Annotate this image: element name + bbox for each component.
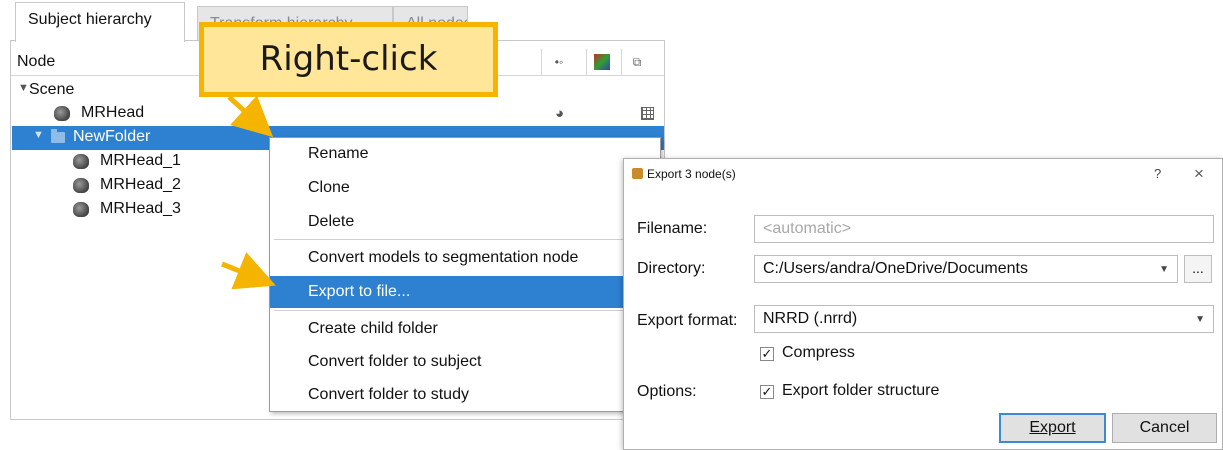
- volume-icon: [73, 154, 89, 169]
- visibility-icon[interactable]: •◦: [551, 54, 567, 70]
- context-menu: Rename Clone Delete Convert models to se…: [269, 137, 661, 412]
- menu-separator: [274, 239, 656, 240]
- dialog-title: Export 3 node(s): [632, 167, 736, 181]
- menu-item-rename[interactable]: Rename: [270, 138, 660, 170]
- export-dialog: Export 3 node(s) ? × Filename: <automati…: [623, 158, 1223, 450]
- volume-icon: [73, 178, 89, 193]
- directory-label: Directory:: [637, 260, 706, 277]
- chevron-down-icon[interactable]: ▼: [1195, 314, 1205, 325]
- tab-subject-hierarchy[interactable]: Subject hierarchy: [15, 2, 185, 42]
- menu-separator: [274, 310, 656, 311]
- menu-item-convert-folder-to-study[interactable]: Convert folder to study: [270, 379, 660, 411]
- transform-icon[interactable]: ⧉: [629, 54, 645, 70]
- browse-button[interactable]: ...: [1184, 255, 1212, 283]
- column-separator: [621, 49, 622, 76]
- help-icon[interactable]: ?: [1154, 166, 1161, 181]
- options-label: Options:: [637, 383, 697, 400]
- dialog-title-text: Export 3 node(s): [647, 167, 736, 181]
- folder-icon: [51, 129, 65, 143]
- filename-input[interactable]: <automatic>: [754, 215, 1214, 243]
- directory-value: C:/Users/andra/OneDrive/Documents: [763, 260, 1028, 277]
- menu-item-create-child-folder[interactable]: Create child folder: [270, 313, 660, 345]
- tree-row-label: MRHead_3: [100, 200, 181, 217]
- menu-item-export-to-file[interactable]: Export to file...: [270, 276, 660, 308]
- tree-row-mrhead[interactable]: MRHead ◕: [12, 102, 664, 126]
- menu-item-convert-models-to-segmentation[interactable]: Convert models to segmentation node: [270, 242, 660, 274]
- slicer-app-icon: [632, 168, 643, 179]
- tree-row-label: MRHead_2: [100, 176, 181, 193]
- column-separator: [541, 49, 542, 76]
- tree-row-label: MRHead_1: [100, 152, 181, 169]
- right-click-callout: Right-click: [199, 22, 498, 97]
- grid-icon[interactable]: [641, 107, 654, 120]
- tree-row-label: Scene: [29, 81, 75, 98]
- export-format-label: Export format:: [637, 312, 738, 329]
- export-folder-structure-checkbox[interactable]: ✓: [760, 385, 774, 399]
- volume-icon: [54, 106, 70, 121]
- menu-item-delete[interactable]: Delete: [270, 206, 660, 238]
- tree-row-label: NewFolder: [73, 128, 151, 145]
- close-icon[interactable]: ×: [1194, 164, 1204, 184]
- export-format-select[interactable]: NRRD (.nrrd) ▼: [754, 305, 1214, 333]
- export-button-label: Export: [1029, 419, 1076, 436]
- caret-down-icon[interactable]: ▼: [33, 129, 44, 141]
- cancel-button[interactable]: Cancel: [1112, 413, 1217, 443]
- directory-combo[interactable]: C:/Users/andra/OneDrive/Documents ▼: [754, 255, 1178, 283]
- visibility-eye-icon[interactable]: ◕: [555, 105, 573, 123]
- color-icon[interactable]: [594, 54, 610, 70]
- filename-label: Filename:: [637, 220, 708, 237]
- menu-item-clone[interactable]: Clone: [270, 172, 660, 204]
- caret-down-icon[interactable]: ▼: [18, 82, 29, 94]
- export-button[interactable]: Export: [999, 413, 1106, 443]
- volume-icon: [73, 202, 89, 217]
- menu-item-convert-folder-to-subject[interactable]: Convert folder to subject: [270, 346, 660, 378]
- chevron-down-icon[interactable]: ▼: [1159, 264, 1169, 275]
- export-format-value: NRRD (.nrrd): [763, 310, 858, 327]
- tree-row-label: MRHead: [81, 104, 145, 121]
- column-separator: [586, 49, 587, 76]
- compress-label: Compress: [782, 344, 855, 361]
- compress-checkbox[interactable]: ✓: [760, 347, 774, 361]
- export-folder-structure-label: Export folder structure: [782, 382, 940, 399]
- column-node-header[interactable]: Node: [17, 53, 55, 71]
